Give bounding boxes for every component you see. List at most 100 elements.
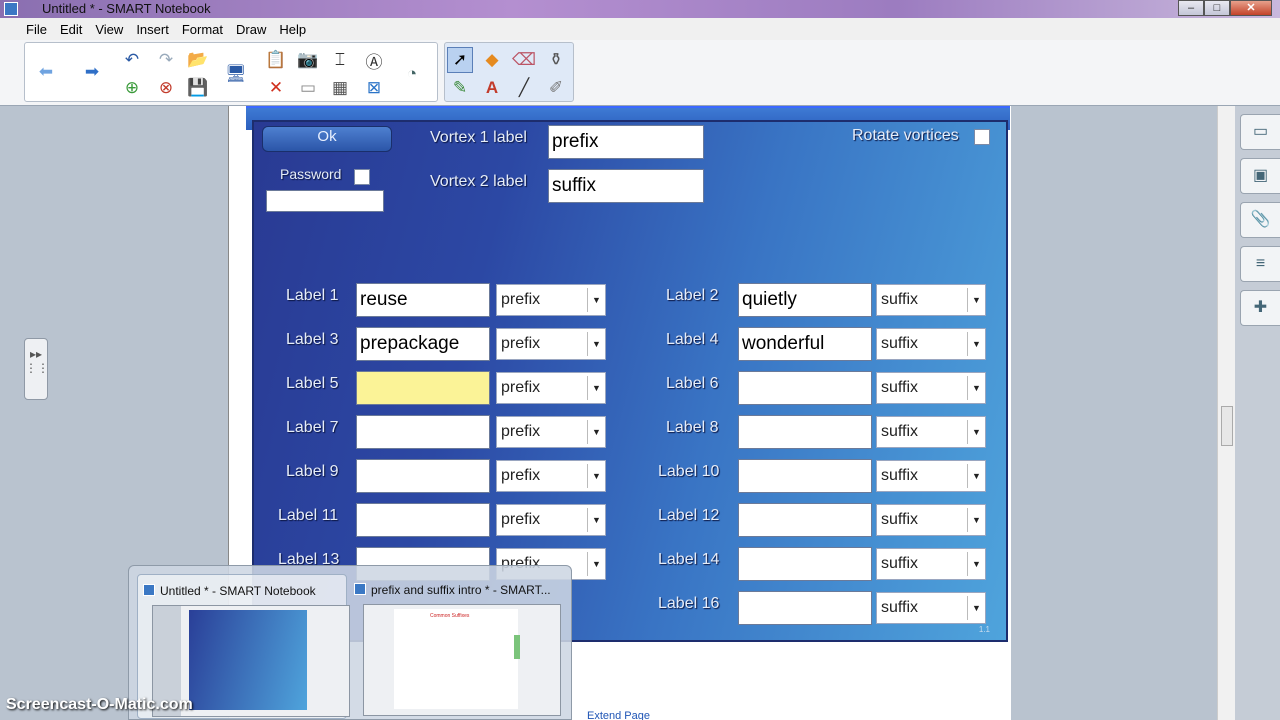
- chevron-down-icon[interactable]: ▼: [967, 464, 985, 488]
- thumbnail-prefix-suffix[interactable]: prefix and suffix intro * - SMART... Com…: [349, 574, 561, 719]
- row-field[interactable]: wonderful: [738, 327, 872, 361]
- toolbar-main-group: ⬅ ➡ ↶ ↷ 📂 ⊕ ⊗ 💾 🖥 📋 📷 ⌶ Ⓐ ✕ ▭ ▦ ⊠ ◔: [24, 42, 438, 102]
- redo-icon[interactable]: ↷: [153, 47, 179, 73]
- row-select[interactable]: prefix ▼: [496, 284, 606, 316]
- side-panel-handle[interactable]: ▸▸ ⋮⋮: [24, 338, 49, 400]
- chevron-down-icon[interactable]: ▼: [587, 376, 605, 400]
- select-icon[interactable]: ➚: [447, 47, 473, 73]
- open-folder-icon[interactable]: 📂: [185, 47, 211, 73]
- rotate-vortices-checkbox[interactable]: [974, 129, 990, 145]
- chevron-down-icon[interactable]: ▼: [587, 508, 605, 532]
- chevron-down-icon[interactable]: ▼: [967, 332, 985, 356]
- row-select[interactable]: suffix ▼: [876, 284, 986, 316]
- ok-button[interactable]: Ok: [262, 126, 392, 152]
- row-field[interactable]: [356, 415, 490, 449]
- chevron-down-icon[interactable]: ▼: [967, 288, 985, 312]
- back-icon[interactable]: ⬅: [33, 59, 59, 85]
- row-select[interactable]: suffix ▼: [876, 328, 986, 360]
- table-icon[interactable]: ▦: [327, 75, 353, 101]
- close-button[interactable]: ✕: [1230, 0, 1272, 16]
- row-select[interactable]: suffix ▼: [876, 372, 986, 404]
- menu-insert[interactable]: Insert: [136, 22, 169, 37]
- fill-icon[interactable]: ⚱: [543, 47, 569, 73]
- chevron-down-icon[interactable]: ▼: [967, 552, 985, 576]
- page-sorter-icon[interactable]: ▭: [1240, 114, 1280, 150]
- row-select[interactable]: prefix ▼: [496, 416, 606, 448]
- row-select[interactable]: prefix ▼: [496, 328, 606, 360]
- row-field[interactable]: reuse: [356, 283, 490, 317]
- menu-format[interactable]: Format: [182, 22, 223, 37]
- row-field[interactable]: [738, 591, 872, 625]
- row-field-active[interactable]: [356, 371, 490, 405]
- row-select[interactable]: suffix ▼: [876, 460, 986, 492]
- vortex2-field[interactable]: suffix: [548, 169, 704, 203]
- chevron-down-icon[interactable]: ▼: [587, 552, 605, 576]
- pens-icon[interactable]: ✎: [447, 75, 473, 101]
- chevron-down-icon[interactable]: ▼: [967, 376, 985, 400]
- minimize-button[interactable]: –: [1178, 0, 1204, 16]
- camera-icon[interactable]: 📷: [295, 47, 321, 73]
- row-label: Label 3: [286, 331, 339, 348]
- chevron-down-icon[interactable]: ▼: [967, 596, 985, 620]
- add-page-icon[interactable]: ⊕: [119, 75, 145, 101]
- vertical-scrollbar[interactable]: [1217, 106, 1235, 720]
- chevron-down-icon[interactable]: ▼: [967, 420, 985, 444]
- row-field[interactable]: [738, 371, 872, 405]
- vortex1-field[interactable]: prefix: [548, 125, 704, 159]
- line-icon[interactable]: ╱: [511, 75, 537, 101]
- row-select[interactable]: prefix ▼: [496, 460, 606, 492]
- handwriting-icon[interactable]: Ⓐ: [361, 47, 387, 73]
- scroll-thumb[interactable]: [1221, 406, 1233, 446]
- close-doc-icon[interactable]: ⊠: [361, 75, 387, 101]
- delete-page-icon[interactable]: ⊗: [153, 75, 179, 101]
- document-camera-icon[interactable]: ◔: [399, 61, 425, 87]
- row-field[interactable]: [738, 503, 872, 537]
- row-field[interactable]: [738, 459, 872, 493]
- row-field[interactable]: quietly: [738, 283, 872, 317]
- row-field[interactable]: [356, 503, 490, 537]
- row-select[interactable]: prefix ▼: [496, 504, 606, 536]
- row-field[interactable]: [738, 547, 872, 581]
- display-icon[interactable]: ▭: [295, 75, 321, 101]
- extend-page-link[interactable]: Extend Page: [587, 710, 650, 720]
- forward-icon[interactable]: ➡: [79, 59, 105, 85]
- chevron-down-icon[interactable]: ▼: [587, 332, 605, 356]
- row-select[interactable]: suffix ▼: [876, 592, 986, 624]
- password-checkbox[interactable]: [354, 169, 370, 185]
- screen-shade-icon[interactable]: ⌶: [327, 47, 353, 73]
- eraser-icon[interactable]: ⌫: [511, 47, 537, 73]
- properties-icon[interactable]: ≡: [1240, 246, 1280, 282]
- row-label: Label 11: [278, 507, 339, 524]
- menu-help[interactable]: Help: [279, 22, 306, 37]
- screen-icon[interactable]: 🖥: [223, 61, 249, 87]
- row-field[interactable]: [356, 459, 490, 493]
- magic-pen-icon[interactable]: ✐: [543, 75, 569, 101]
- paste-icon[interactable]: 📋: [263, 47, 289, 73]
- text-icon[interactable]: A: [479, 75, 505, 101]
- app-icon: [354, 583, 366, 595]
- row-select[interactable]: suffix ▼: [876, 504, 986, 536]
- chevron-down-icon[interactable]: ▼: [587, 464, 605, 488]
- attachments-icon[interactable]: 📎: [1240, 202, 1280, 238]
- row-field[interactable]: prepackage: [356, 327, 490, 361]
- password-field[interactable]: [266, 190, 384, 212]
- maximize-button[interactable]: □: [1204, 0, 1230, 16]
- menu-draw[interactable]: Draw: [236, 22, 266, 37]
- undo-icon[interactable]: ↶: [119, 47, 145, 73]
- window-title: Untitled * - SMART Notebook: [42, 1, 211, 16]
- row-select[interactable]: prefix ▼: [496, 372, 606, 404]
- menu-file[interactable]: File: [26, 22, 47, 37]
- menu-edit[interactable]: Edit: [60, 22, 82, 37]
- chevron-down-icon[interactable]: ▼: [967, 508, 985, 532]
- delete-icon[interactable]: ✕: [263, 75, 289, 101]
- menu-view[interactable]: View: [95, 22, 123, 37]
- row-select[interactable]: suffix ▼: [876, 416, 986, 448]
- save-icon[interactable]: 💾: [185, 75, 211, 101]
- gallery-icon[interactable]: ▣: [1240, 158, 1280, 194]
- shapes-icon[interactable]: ◆: [479, 47, 505, 73]
- row-select[interactable]: suffix ▼: [876, 548, 986, 580]
- addons-icon[interactable]: ✚: [1240, 290, 1280, 326]
- chevron-down-icon[interactable]: ▼: [587, 288, 605, 312]
- row-field[interactable]: [738, 415, 872, 449]
- chevron-down-icon[interactable]: ▼: [587, 420, 605, 444]
